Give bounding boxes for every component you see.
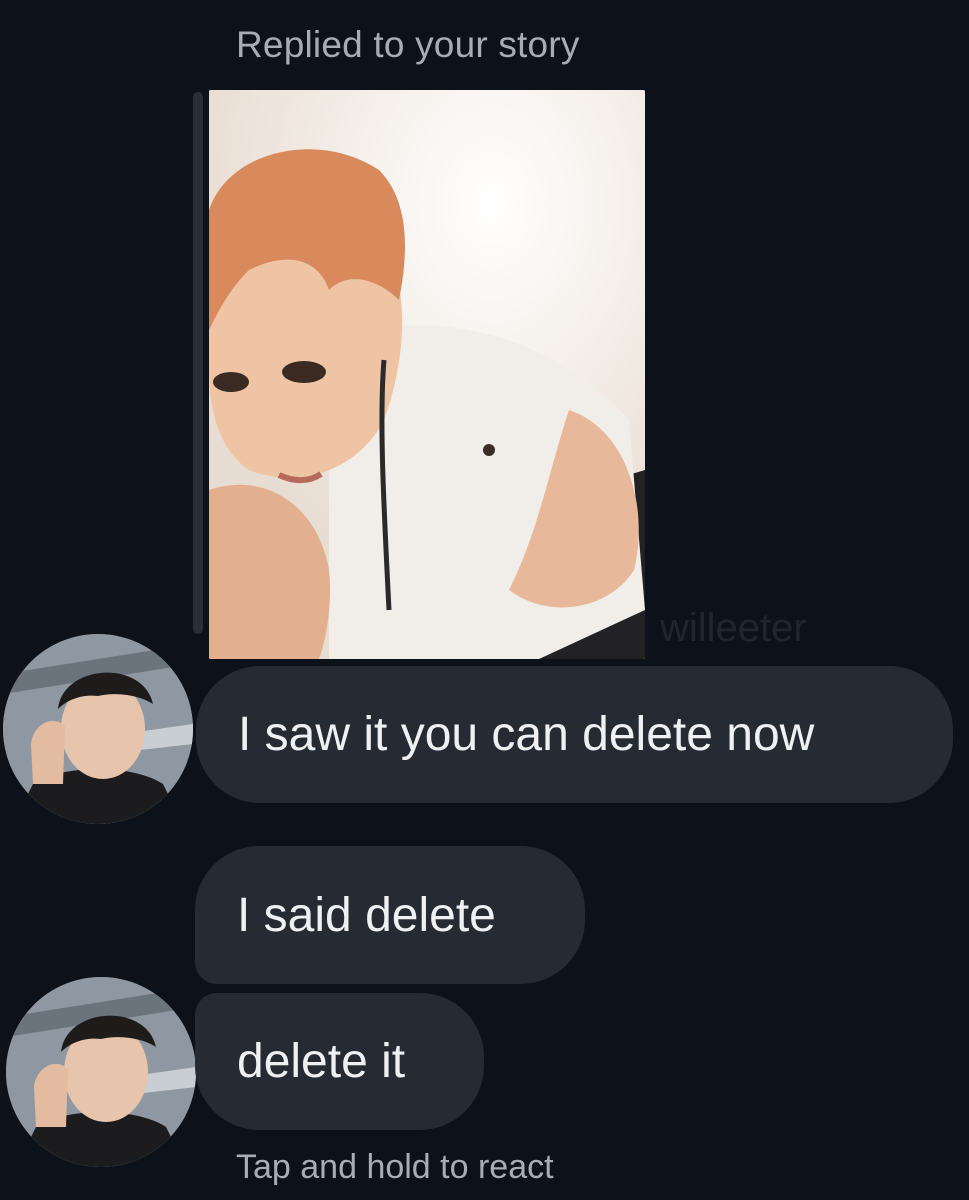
react-hint: Tap and hold to react — [236, 1148, 554, 1186]
story-reply-quote-bar — [193, 92, 203, 634]
message-text: I said delete — [237, 888, 496, 942]
sender-avatar[interactable] — [3, 634, 193, 824]
sender-avatar[interactable] — [6, 977, 196, 1167]
avatar-photo — [3, 634, 193, 824]
message-bubble[interactable]: I said delete — [195, 846, 585, 984]
dm-thread: Replied to your story willeeter I saw it… — [0, 0, 969, 1200]
avatar-photo — [6, 977, 196, 1167]
message-bubble[interactable]: delete it — [195, 993, 484, 1130]
story-photo-illustration — [209, 90, 645, 659]
message-text: I saw it you can delete now — [238, 708, 815, 761]
watermark-text: willeeter — [660, 606, 807, 650]
story-reply-label: Replied to your story — [236, 24, 580, 65]
message-bubble[interactable]: I saw it you can delete now — [196, 666, 953, 803]
story-thumbnail[interactable] — [209, 90, 645, 659]
message-text: delete it — [237, 1035, 406, 1088]
